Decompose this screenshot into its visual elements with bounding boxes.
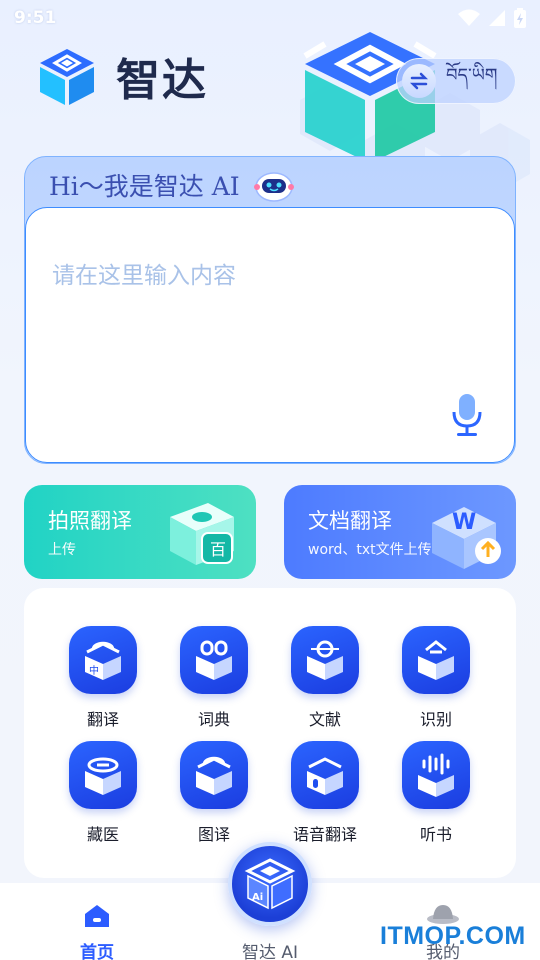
tool-tibetan-medicine[interactable]: 藏医 — [58, 741, 148, 845]
ai-greeting-text: Hi～我是智达 AI — [49, 172, 240, 201]
signal-icon — [489, 10, 505, 26]
tool-translate-label: 翻译 — [86, 710, 119, 729]
ai-center-button[interactable]: Ai — [228, 842, 312, 926]
app-name: 智达 — [116, 55, 208, 106]
photo-translate-subtitle: 上传 — [48, 542, 76, 558]
tool-dictionary[interactable]: 词典 — [169, 626, 259, 730]
status-bar: 9:51 — [0, 0, 540, 36]
camera-illustration-icon: 百 — [170, 503, 234, 565]
ai-greeting: Hi～我是智达 AI — [49, 167, 294, 203]
tool-dictionary-label: 词典 — [197, 710, 230, 729]
robot-icon — [253, 172, 294, 202]
svg-text:中: 中 — [89, 664, 99, 677]
tool-translate[interactable]: 中 翻译 — [58, 626, 148, 730]
tool-literature[interactable]: 文献 — [280, 626, 370, 730]
nav-ai-label: 智达 AI — [241, 943, 299, 960]
recognition-icon — [402, 626, 470, 694]
ai-chat-card: Hi～我是智达 AI 请在这里输入内容 — [24, 156, 516, 464]
nav-home-label: 首页 — [80, 943, 114, 960]
dictionary-icon — [180, 626, 248, 694]
document-translate-title: 文档翻译 — [308, 509, 392, 533]
ai-cube-icon: Ai — [244, 858, 296, 910]
wifi-icon — [458, 9, 480, 26]
tool-recognition-label: 识别 — [419, 710, 452, 729]
site-watermark: ITMOP.COM — [380, 922, 526, 950]
voice-translate-icon — [291, 741, 359, 809]
document-translate-subtitle: word、txt文件上传 — [308, 542, 432, 558]
document-translate-card[interactable]: 文档翻译 word、txt文件上传 W — [284, 485, 516, 579]
tool-audiobook-label: 听书 — [419, 825, 452, 844]
language-toggle-button[interactable]: བོད་ཡིག — [396, 58, 516, 104]
tool-literature-label: 文献 — [308, 710, 341, 729]
tool-image-translate-label: 图译 — [197, 825, 230, 844]
photo-translate-card[interactable]: 拍照翻译 上传 百 — [24, 485, 256, 579]
tools-panel: 中 翻译 词典 文献 识别 藏医 图译 语音翻译 听书 — [24, 588, 516, 878]
tool-image-translate[interactable]: 图译 — [169, 741, 259, 845]
image-translate-icon — [180, 741, 248, 809]
svg-text:百: 百 — [210, 540, 226, 559]
photo-translate-title: 拍照翻译 — [48, 509, 132, 533]
ai-input-placeholder: 请在这里输入内容 — [52, 263, 236, 289]
microphone-icon[interactable] — [450, 392, 484, 438]
swap-icon — [402, 64, 436, 98]
tool-recognition[interactable]: 识别 — [391, 626, 481, 730]
tibetan-medicine-icon — [69, 741, 137, 809]
tool-tibetan-medicine-label: 藏医 — [86, 825, 119, 844]
nav-home[interactable]: 首页 — [37, 883, 157, 960]
svg-text:Ai: Ai — [252, 892, 263, 903]
literature-icon — [291, 626, 359, 694]
status-time: 9:51 — [14, 8, 57, 28]
tool-voice-translate[interactable]: 语音翻译 — [280, 741, 370, 845]
audiobook-icon — [402, 741, 470, 809]
svg-text:W: W — [452, 510, 476, 535]
tool-audiobook[interactable]: 听书 — [391, 741, 481, 845]
app-logo: 智达 — [36, 44, 208, 108]
translate-icon: 中 — [69, 626, 137, 694]
ai-input-field[interactable]: 请在这里输入内容 — [25, 207, 515, 463]
language-label: བོད་ཡིག — [446, 65, 498, 86]
tool-voice-translate-label: 语音翻译 — [292, 825, 357, 844]
battery-icon — [514, 8, 526, 28]
word-document-illustration-icon: W — [432, 507, 501, 569]
home-icon — [85, 905, 109, 927]
status-icons — [458, 8, 526, 28]
logo-cube-icon — [40, 49, 94, 105]
